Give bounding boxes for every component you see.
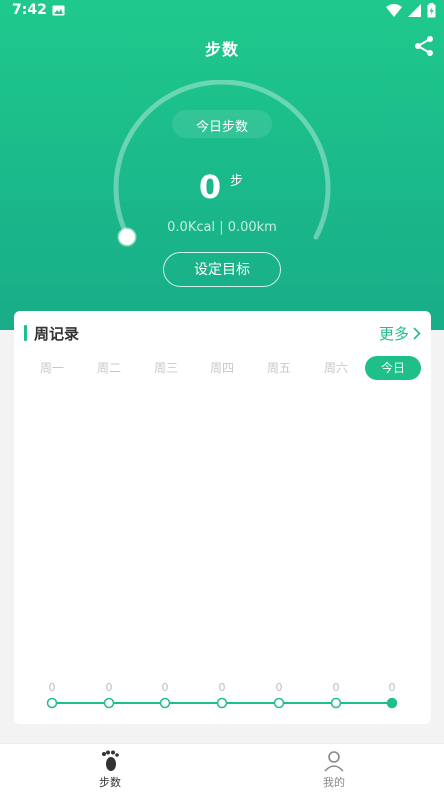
nav-item-steps[interactable]: 步数 — [70, 750, 150, 790]
gauge-track — [113, 80, 331, 240]
more-link[interactable]: 更多 — [379, 323, 421, 344]
chart-point — [159, 697, 171, 709]
status-time: 7:42 — [12, 2, 47, 18]
chart-point — [386, 697, 398, 709]
share-icon[interactable] — [412, 34, 436, 58]
chart-point — [330, 697, 342, 709]
chevron-right-icon — [413, 327, 421, 340]
tab-day-3[interactable]: 周三 — [138, 356, 194, 380]
nav-item-mine[interactable]: 我的 — [294, 750, 374, 790]
chart-value-label: 0 — [389, 681, 396, 694]
chart-value-label: 0 — [49, 681, 56, 694]
tab-day-6[interactable]: 周六 — [308, 356, 364, 380]
chart-point — [273, 697, 285, 709]
calorie-distance-summary: 0.0Kcal | 0.00km — [167, 220, 277, 235]
card-title-accent — [24, 325, 27, 341]
gauge-label: 今日步数 — [195, 120, 248, 135]
weekly-record-card: 周记录 更多 周一 周二 周三 周四 周五 周六 今日 0 0 0 0 0 0 0 — [14, 311, 431, 724]
status-icons — [386, 3, 436, 18]
battery-icon — [427, 3, 436, 18]
chart-point — [46, 697, 58, 709]
chart-value-label: 0 — [106, 681, 113, 694]
page-title: 步数 — [204, 40, 239, 59]
tab-today[interactable]: 今日 — [365, 356, 421, 380]
chart-point — [103, 697, 115, 709]
nav-mine-label: 我的 — [323, 776, 345, 789]
nav-steps-label: 步数 — [99, 776, 121, 789]
footprint-icon — [102, 750, 119, 771]
image-notification-icon — [52, 5, 65, 16]
step-unit: 步 — [230, 174, 244, 189]
day-tabs: 周一 周二 周三 周四 周五 周六 今日 — [24, 356, 421, 380]
status-bar: 7:42 — [0, 0, 444, 24]
chart-value-label: 0 — [333, 681, 340, 694]
tab-day-5[interactable]: 周五 — [251, 356, 307, 380]
chart-point — [216, 697, 228, 709]
bottom-nav: 步数 我的 — [0, 743, 444, 797]
signal-icon — [408, 4, 421, 17]
card-title: 周记录 — [34, 325, 80, 343]
wifi-icon — [386, 3, 402, 17]
weekly-step-chart: 0 0 0 0 0 0 0 — [46, 681, 398, 709]
gauge-label-pill: 今日步数 — [172, 110, 272, 138]
user-icon — [324, 751, 344, 772]
tab-day-4[interactable]: 周四 — [194, 356, 250, 380]
more-label: 更多 — [378, 325, 409, 343]
chart-value-label: 0 — [162, 681, 169, 694]
chart-value-label: 0 — [219, 681, 226, 694]
set-goal-button[interactable]: 设定目标 — [163, 252, 281, 287]
tab-day-1[interactable]: 周一 — [24, 356, 80, 380]
tab-day-2[interactable]: 周二 — [81, 356, 137, 380]
chart-value-label: 0 — [276, 681, 283, 694]
